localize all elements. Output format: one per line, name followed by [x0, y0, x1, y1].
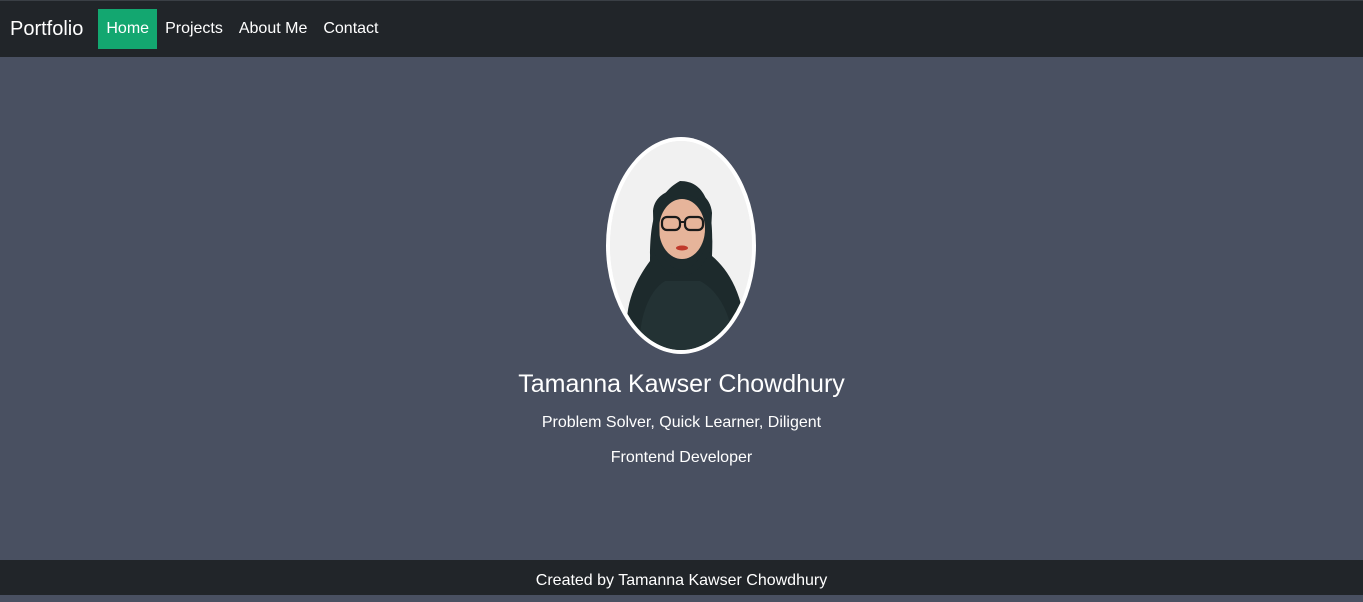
profile-photo: [606, 137, 756, 354]
hero-section: Tamanna Kawser Chowdhury Problem Solver,…: [0, 57, 1363, 560]
nav-link-home[interactable]: Home: [98, 9, 158, 49]
profile-photo-frame: [610, 141, 752, 350]
nav-link-contact[interactable]: Contact: [315, 9, 386, 49]
footer-text: Created by Tamanna Kawser Chowdhury: [535, 572, 828, 589]
portrait-image: [610, 141, 752, 350]
navbar-brand[interactable]: Portfolio: [10, 18, 83, 41]
profile-tagline: Problem Solver, Quick Learner, Diligent: [541, 414, 822, 431]
profile-name: Tamanna Kawser Chowdhury: [518, 370, 845, 398]
nav-link-projects[interactable]: Projects: [157, 9, 231, 49]
navbar: Portfolio Home Projects About Me Contact: [0, 0, 1363, 57]
profile-role: Frontend Developer: [610, 449, 753, 466]
footer: Created by Tamanna Kawser Chowdhury: [0, 560, 1363, 595]
nav-links: Home Projects About Me Contact: [98, 1, 386, 57]
nav-link-about-me[interactable]: About Me: [231, 9, 315, 49]
